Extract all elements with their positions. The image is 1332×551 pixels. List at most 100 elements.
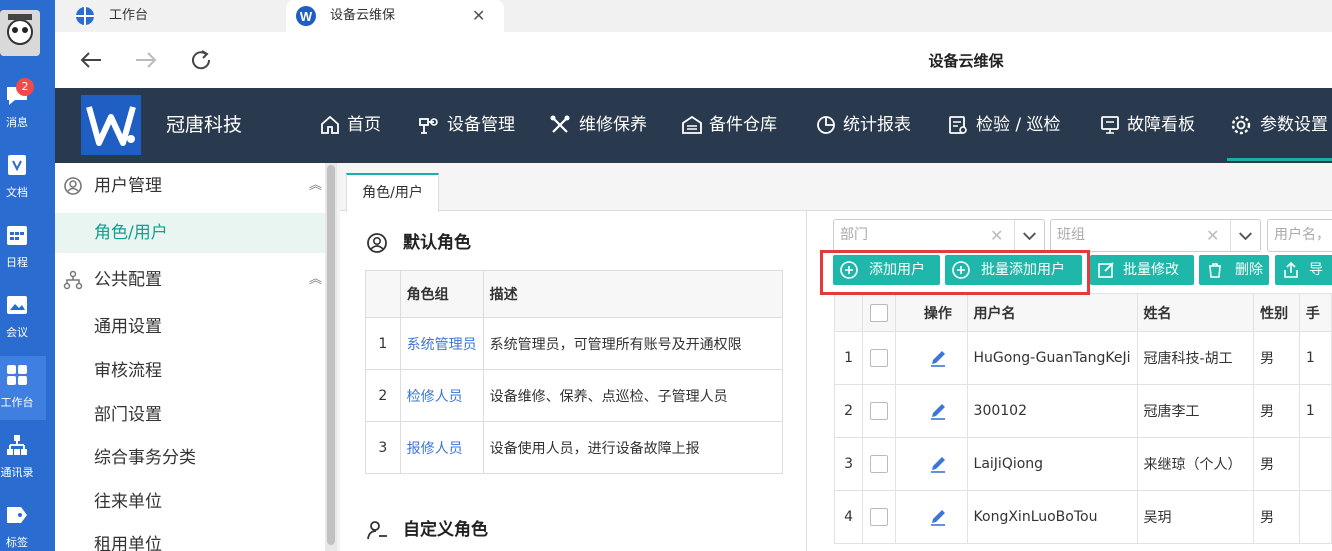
sidebar-item-affairs-category[interactable]: 综合事务分类 bbox=[55, 438, 325, 478]
sidebar-item-partners[interactable]: 往来单位 bbox=[55, 482, 325, 522]
row-checkbox[interactable] bbox=[870, 349, 889, 367]
scrollbar-thumb[interactable] bbox=[327, 165, 335, 545]
browser-tab-bar: 工作台 W 设备云维保 ✕ bbox=[55, 0, 1332, 32]
app-logo-icon: W bbox=[296, 6, 316, 26]
table-row: 3 报修人员 设备使用人员，进行设备故障上报 bbox=[365, 421, 784, 474]
pencil-icon[interactable] bbox=[928, 507, 948, 527]
pencil-icon[interactable] bbox=[928, 348, 948, 368]
tag-icon bbox=[7, 507, 27, 523]
clear-icon[interactable]: ✕ bbox=[1206, 220, 1219, 251]
sidebar-group-public-config[interactable]: 公共配置 ︽ bbox=[55, 257, 325, 303]
department-select[interactable]: 部门 ✕ bbox=[833, 219, 1045, 252]
close-icon[interactable]: ✕ bbox=[472, 0, 485, 32]
edit-square-icon bbox=[1098, 262, 1114, 278]
rail-item-tags[interactable]: 标签 bbox=[0, 502, 40, 551]
contacts-icon bbox=[7, 435, 27, 455]
menu-warehouse[interactable]: 备件仓库 bbox=[681, 88, 793, 163]
sidebar-item-lessees[interactable]: 租用单位 bbox=[55, 525, 325, 551]
highlight-box bbox=[820, 250, 1090, 295]
sidebar-item-department-settings[interactable]: 部门设置 bbox=[55, 395, 325, 435]
chevron-up-icon: ︽ bbox=[309, 178, 323, 193]
home-icon bbox=[321, 115, 339, 134]
export-icon bbox=[1284, 261, 1298, 278]
menu-home[interactable]: 首页 bbox=[319, 88, 397, 163]
browser-toolbar: 设备云维保 bbox=[55, 32, 1332, 88]
user-circle-icon bbox=[367, 233, 387, 253]
rail-item-workbench[interactable]: 工作台 bbox=[0, 356, 46, 420]
menu-maintenance[interactable]: 维修保养 bbox=[549, 88, 661, 163]
calendar-icon bbox=[7, 226, 27, 245]
users-table: 操作 用户名 姓名 性别 手 1 HuGong-GuanTangKeJi 冠唐科… bbox=[833, 293, 1332, 544]
user-minus-icon bbox=[367, 521, 387, 540]
browser-tab-workbench[interactable]: 工作台 bbox=[69, 0, 279, 32]
rail-item-calendar[interactable]: 日程 bbox=[0, 222, 40, 282]
rail-label: 标签 bbox=[6, 536, 28, 549]
menu-reports[interactable]: 统计报表 bbox=[815, 88, 927, 163]
brand-name: 冠唐科技 bbox=[166, 114, 243, 136]
rail-item-meeting[interactable]: 会议 bbox=[0, 292, 40, 352]
unread-badge: 2 bbox=[16, 78, 34, 96]
select-all-checkbox[interactable] bbox=[870, 303, 889, 322]
role-link[interactable]: 系统管理员 bbox=[399, 317, 484, 370]
column-header: 描述 bbox=[482, 270, 784, 318]
pencil-icon[interactable] bbox=[928, 454, 948, 474]
table-row: 1 HuGong-GuanTangKeJi 冠唐科技-胡工 男 1 bbox=[833, 331, 1332, 385]
avatar[interactable] bbox=[0, 10, 40, 56]
pencil-icon[interactable] bbox=[928, 401, 948, 421]
menu-fault-board[interactable]: 故障看板 bbox=[1099, 88, 1211, 163]
warehouse-icon bbox=[682, 115, 702, 134]
svg-text:W: W bbox=[300, 9, 313, 24]
workbench-icon bbox=[7, 365, 27, 385]
menu-inspection[interactable]: 检验 / 巡检 bbox=[947, 88, 1075, 163]
hierarchy-icon bbox=[63, 270, 83, 290]
export-button[interactable]: 导 bbox=[1275, 255, 1332, 285]
rail-item-contacts[interactable]: 通讯录 bbox=[0, 432, 40, 492]
roles-panel: 默认角色 角色组 描述 1 系统管理员 系统管理员，可管理所有账号及开通权限 2… bbox=[340, 211, 807, 551]
table-row: 1 系统管理员 系统管理员，可管理所有账号及开通权限 bbox=[365, 317, 784, 370]
meeting-icon bbox=[7, 296, 27, 314]
sidebar-scrollbar[interactable] bbox=[325, 163, 337, 551]
column-header: 角色组 bbox=[399, 270, 484, 318]
browser-tab-device-maintenance[interactable]: W 设备云维保 ✕ bbox=[286, 0, 504, 32]
menu-settings[interactable]: 参数设置 bbox=[1227, 88, 1332, 163]
table-row: 2 300102 冠唐李工 男 1 bbox=[833, 384, 1332, 438]
batch-edit-button[interactable]: 批量修改 bbox=[1090, 255, 1194, 285]
board-icon bbox=[1101, 116, 1119, 134]
main-content: 角色/用户 默认角色 角色组 描述 1 系统管理员 系统管理员，可管理所有账号及… bbox=[340, 163, 1332, 551]
app-rail: 2 消息 文档 日程 会议 工作台 通讯录 标签 bbox=[0, 0, 55, 551]
tab-roles-users[interactable]: 角色/用户 bbox=[346, 173, 439, 212]
trash-icon bbox=[1209, 263, 1221, 278]
chart-icon bbox=[817, 116, 835, 134]
tab-label: 工作台 bbox=[109, 8, 149, 23]
brand-logo bbox=[81, 95, 141, 155]
rail-item-docs[interactable]: 文档 bbox=[0, 152, 40, 212]
chevron-down-icon[interactable] bbox=[1230, 220, 1260, 251]
column-header: 用户名 bbox=[966, 293, 1138, 332]
document-icon bbox=[8, 155, 26, 175]
team-select[interactable]: 班组 ✕ bbox=[1050, 219, 1261, 252]
role-link[interactable]: 检修人员 bbox=[399, 369, 484, 422]
sidebar-item-roles-users[interactable]: 角色/用户 bbox=[55, 213, 325, 253]
sidebar-group-user-management[interactable]: 用户管理 ︽ bbox=[55, 163, 325, 209]
rail-label: 文档 bbox=[6, 186, 28, 199]
sidebar-item-approval-flow[interactable]: 审核流程 bbox=[55, 351, 325, 391]
settings-icon bbox=[1231, 115, 1251, 135]
column-header: 操作 bbox=[894, 293, 968, 332]
row-checkbox[interactable] bbox=[870, 508, 889, 526]
rail-item-messages[interactable]: 2 消息 bbox=[0, 78, 40, 142]
sidebar-item-general-settings[interactable]: 通用设置 bbox=[55, 307, 325, 347]
inspect-icon bbox=[949, 116, 967, 134]
row-checkbox[interactable] bbox=[870, 402, 889, 420]
row-checkbox[interactable] bbox=[870, 455, 889, 473]
rail-label: 会议 bbox=[6, 326, 28, 339]
menu-device[interactable]: 设备管理 bbox=[417, 88, 529, 163]
clear-icon[interactable]: ✕ bbox=[990, 220, 1003, 251]
delete-button[interactable]: 删除 bbox=[1199, 255, 1269, 285]
username-search-input[interactable]: 用户名， bbox=[1267, 219, 1332, 252]
rail-label: 通讯录 bbox=[0, 466, 34, 479]
table-row: 3 LaiJiQiong 来继琼（个人） 男 bbox=[833, 437, 1332, 491]
role-link[interactable]: 报修人员 bbox=[399, 421, 484, 474]
chevron-down-icon[interactable] bbox=[1014, 220, 1044, 251]
default-roles-table: 角色组 描述 1 系统管理员 系统管理员，可管理所有账号及开通权限 2 检修人员… bbox=[365, 270, 784, 474]
table-row: 4 KongXinLuoBoTou 吴玥 男 bbox=[833, 490, 1332, 544]
